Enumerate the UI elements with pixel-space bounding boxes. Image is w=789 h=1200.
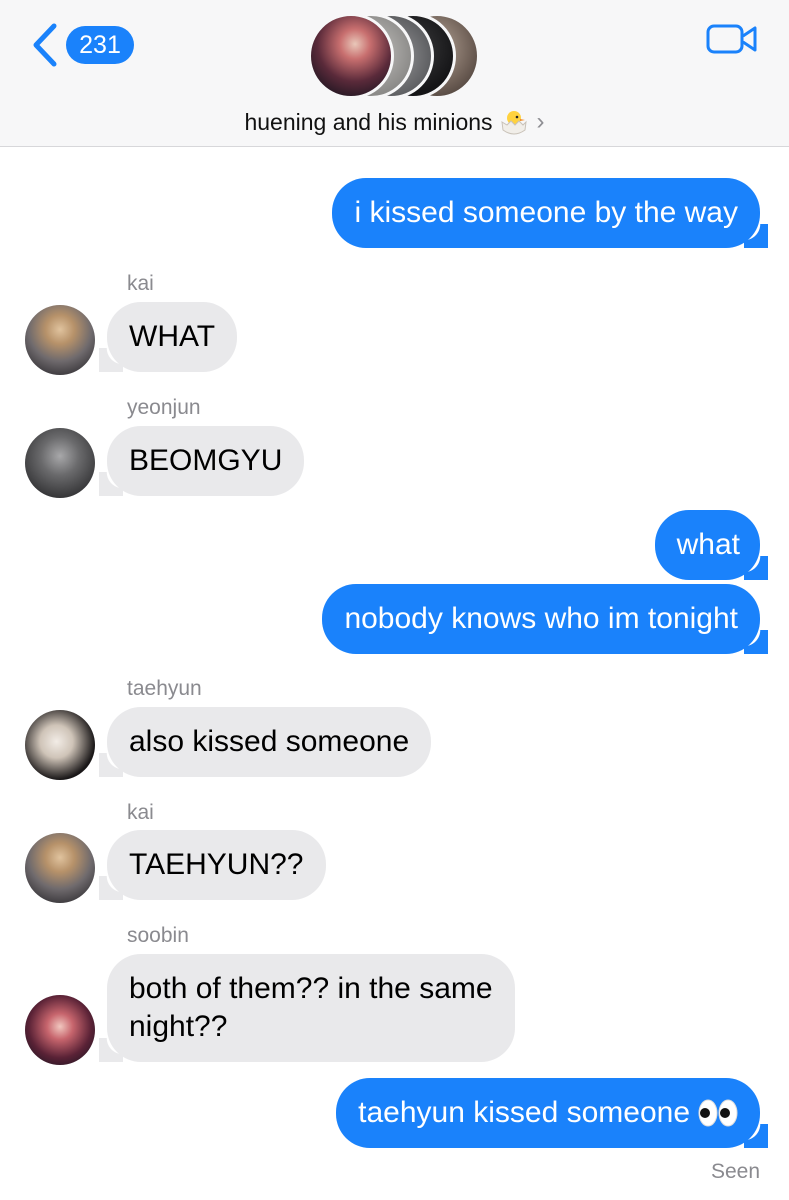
read-receipt: Seen — [710, 1160, 760, 1183]
outgoing-message-bubble[interactable]: i kissed someone by the way — [332, 178, 768, 248]
incoming-message-bubble[interactable]: also kissed someone — [98, 707, 432, 777]
sender-name: kai — [127, 272, 154, 295]
sender-name: soobin — [127, 924, 189, 947]
avatar[interactable] — [25, 995, 95, 1065]
chevron-right-icon: › — [536, 108, 545, 135]
avatar[interactable] — [25, 833, 95, 903]
incoming-message-bubble[interactable]: BEOMGYU — [98, 426, 305, 496]
message-text: i kissed someone by the way — [354, 196, 738, 229]
group-name: huening and his minions — [244, 108, 493, 135]
message-text-line: night?? — [129, 1010, 228, 1043]
avatar — [308, 13, 394, 99]
unread-count-badge: 231 — [66, 26, 134, 64]
avatar[interactable] — [25, 305, 95, 375]
chevron-left-icon — [33, 23, 57, 67]
message-text-line: both of them?? in the same — [129, 972, 493, 1005]
message-text: nobody knows who im tonight — [344, 602, 738, 635]
message-text: what — [676, 528, 740, 561]
conversation-header: 231 huening and his minions › — [0, 0, 789, 147]
hatching-chick-icon — [500, 111, 527, 135]
message-text: TAEHYUN?? — [129, 848, 304, 881]
video-call-icon[interactable] — [706, 22, 758, 56]
outgoing-message-bubble[interactable]: what — [654, 510, 769, 580]
sender-name: yeonjun — [127, 396, 201, 419]
message-text: BEOMGYU — [129, 444, 283, 477]
eyes-icon — [698, 1099, 738, 1127]
incoming-message-bubble[interactable]: TAEHYUN?? — [99, 830, 326, 900]
avatar[interactable] — [25, 428, 95, 498]
back-button[interactable]: 231 — [30, 20, 134, 70]
incoming-message-bubble[interactable]: WHAT — [98, 302, 238, 372]
outgoing-message-bubble[interactable]: taehyun kissed someone — [336, 1078, 768, 1148]
group-avatar-stack[interactable] — [308, 13, 488, 99]
sender-name: kai — [127, 801, 154, 824]
incoming-message-bubble[interactable]: both of them?? in the same night?? — [99, 954, 515, 1062]
group-name-link[interactable]: huening and his minions › — [0, 108, 789, 136]
avatar[interactable] — [25, 710, 95, 780]
outgoing-message-bubble[interactable]: nobody knows who im tonight — [322, 584, 768, 654]
message-text: taehyun kissed someone — [358, 1096, 690, 1129]
sender-name: taehyun — [127, 677, 202, 700]
message-text: WHAT — [129, 320, 216, 353]
message-text: also kissed someone — [129, 725, 410, 758]
